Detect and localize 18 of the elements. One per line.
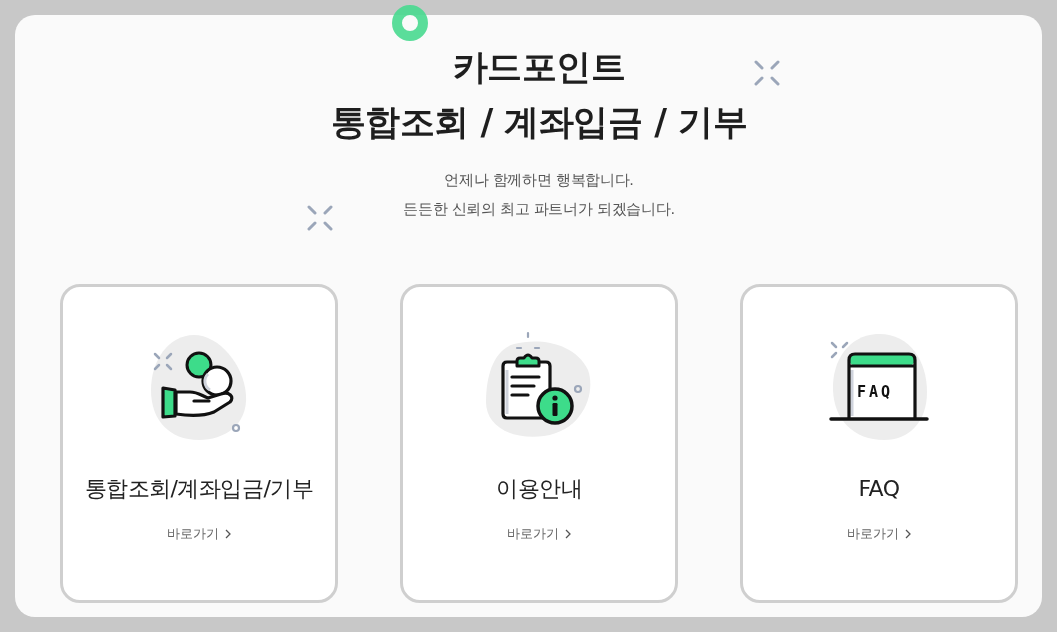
service-card[interactable]: 이용안내 바로가기: [400, 284, 678, 603]
card-title: FAQ: [858, 475, 900, 503]
shortcut-link[interactable]: 바로가기: [507, 524, 571, 544]
shortcut-link[interactable]: 바로가기: [847, 524, 911, 544]
service-card[interactable]: FAQ FAQ 바로가기: [740, 284, 1018, 603]
shortcut-link[interactable]: 바로가기: [167, 524, 231, 544]
icon-label: FAQ: [857, 384, 894, 401]
chevron-right-icon: [905, 529, 911, 539]
ring-icon: [392, 5, 428, 41]
card-title: 통합조회/계좌입금/기부: [84, 475, 314, 503]
chevron-right-icon: [225, 529, 231, 539]
card-title: 이용안내: [496, 475, 582, 503]
service-card[interactable]: 통합조회/계좌입금/기부 바로가기: [60, 284, 338, 603]
sparkle-icon: [754, 60, 780, 86]
page-subtitle: 언제나 함께하면 행복합니다. 든든한 신뢰의 최고 파트너가 되겠습니다.: [403, 171, 675, 219]
chevron-right-icon: [565, 529, 571, 539]
sparkle-icon: [307, 205, 333, 231]
page-title: 카드포인트 통합조회 / 계좌입금 / 기부: [330, 46, 748, 144]
